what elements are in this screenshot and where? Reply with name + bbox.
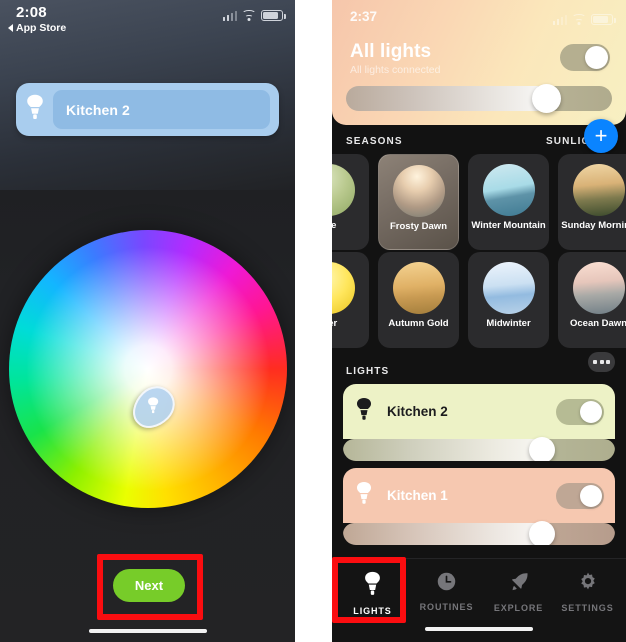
scene-card[interactable]: Midwinter (468, 252, 549, 348)
tab-label: LIGHTS (353, 606, 392, 616)
section-label-lights: LIGHTS (346, 366, 390, 377)
signal-bars-icon (222, 11, 237, 21)
light-name: Kitchen 2 (387, 404, 448, 419)
light-bulb-icon (355, 397, 373, 426)
light-name-input[interactable]: Kitchen 2 (53, 90, 270, 129)
battery-icon (591, 14, 616, 25)
all-lights-toggle[interactable] (560, 44, 610, 71)
light-name: Kitchen 1 (387, 488, 448, 503)
scene-card[interactable]: Winter Mountain (468, 154, 549, 250)
all-lights-brightness-slider[interactable] (346, 84, 612, 113)
scene-thumbnail (392, 262, 445, 314)
light-brightness-slider[interactable] (343, 437, 615, 461)
back-to-app-store-link[interactable]: App Store (8, 22, 66, 34)
scene-thumbnail (482, 164, 535, 216)
scene-thumbnail (572, 262, 625, 314)
color-picker-wheel[interactable] (8, 230, 287, 508)
scene-name: mer (332, 318, 338, 329)
scene-name: Midwinter (486, 318, 531, 329)
clock-icon (436, 571, 457, 597)
left-phone-screen: 2:08 App Store Kitchen 2 Next (0, 0, 295, 642)
light-bulb-icon (147, 397, 160, 419)
next-button[interactable]: Next (113, 569, 185, 602)
slider-thumb[interactable] (529, 521, 555, 545)
scene-card[interactable]: Autumn Gold (378, 252, 459, 348)
scene-thumbnail (572, 164, 625, 216)
screenshot-root: 2:08 App Store Kitchen 2 Next 2:37 All l… (0, 0, 626, 642)
tab-settings[interactable]: SETTINGS (551, 571, 624, 613)
light-toggle[interactable] (556, 482, 604, 509)
tab-lights[interactable]: LIGHTS (336, 571, 409, 616)
section-label-seasons: SEASONS (346, 136, 403, 147)
add-button[interactable]: + (584, 119, 618, 153)
left-status-bar: 2:08 App Store (0, 0, 295, 38)
status-icons (552, 14, 616, 25)
status-icons (222, 10, 286, 21)
scene-name: Sunday Morning (561, 220, 626, 231)
slider-thumb[interactable] (532, 84, 561, 113)
light-name-card[interactable]: Kitchen 2 (16, 83, 279, 136)
light-card-header[interactable]: Kitchen 2 (343, 384, 615, 439)
light-bulb-icon (25, 94, 45, 125)
tab-explore[interactable]: EXPLORE (482, 571, 555, 613)
plus-icon: + (594, 123, 608, 148)
home-indicator (425, 626, 533, 631)
gear-icon (577, 571, 599, 598)
page-subtitle: All lights connected (350, 64, 441, 76)
signal-bars-icon (552, 15, 567, 25)
tab-routines[interactable]: ROUTINES (410, 571, 483, 612)
wifi-icon (242, 10, 256, 21)
light-brightness-slider[interactable] (343, 521, 615, 545)
status-time: 2:08 (16, 4, 47, 21)
scene-name: Autumn Gold (388, 318, 449, 329)
back-label: App Store (16, 22, 67, 34)
scene-name: Frosty Dawn (389, 221, 447, 232)
scene-name: Winter Mountain (471, 220, 546, 231)
light-toggle[interactable] (556, 398, 604, 425)
light-card-header[interactable]: Kitchen 1 (343, 468, 615, 523)
scene-card[interactable]: Sunday Morning (558, 154, 626, 250)
scene-row-2: mer Autumn Gold Midwinter Ocean Dawn (332, 252, 626, 350)
scene-thumbnail (392, 165, 445, 217)
scene-thumbnail (332, 164, 355, 216)
light-card-kitchen-2[interactable]: Kitchen 2 (343, 384, 615, 461)
tab-label: EXPLORE (493, 603, 544, 613)
more-options-icon[interactable] (588, 352, 615, 372)
scene-thumbnail (482, 262, 535, 314)
wifi-icon (572, 14, 586, 25)
slider-track[interactable] (343, 523, 615, 545)
light-bulb-icon (355, 481, 373, 510)
tab-label: SETTINGS (561, 603, 614, 613)
scene-name: Ocean Dawn (569, 318, 626, 329)
all-lights-header-card: 2:37 All lights All lights connected (332, 0, 626, 125)
scene-card[interactable]: ake (332, 154, 369, 250)
scene-card[interactable]: Ocean Dawn (558, 252, 626, 348)
scene-row-1: ake Frosty Dawn Winter Mountain Sunday M… (332, 154, 626, 252)
bottom-tab-bar: LIGHTS ROUTINES EXPLORE SETTINGS (332, 558, 626, 642)
scene-card[interactable]: mer (332, 252, 369, 348)
tab-label: ROUTINES (419, 602, 474, 612)
home-indicator (88, 628, 207, 633)
status-time: 2:37 (350, 9, 378, 24)
rocket-icon (508, 571, 530, 598)
color-wheel-container (0, 230, 295, 520)
right-phone-screen: 2:37 All lights All lights connected SEA… (332, 0, 626, 642)
scene-thumbnail (332, 262, 355, 314)
scene-card-selected[interactable]: Frosty Dawn (378, 154, 459, 250)
color-wheel-handle[interactable] (124, 378, 182, 437)
page-title: All lights (350, 41, 432, 62)
light-card-kitchen-1[interactable]: Kitchen 1 (343, 468, 615, 545)
scene-name: ake (332, 220, 337, 231)
back-arrow-icon (8, 24, 13, 32)
slider-track[interactable] (343, 439, 615, 461)
battery-icon (261, 10, 286, 21)
slider-thumb[interactable] (529, 437, 555, 461)
light-bulb-icon (363, 571, 382, 601)
